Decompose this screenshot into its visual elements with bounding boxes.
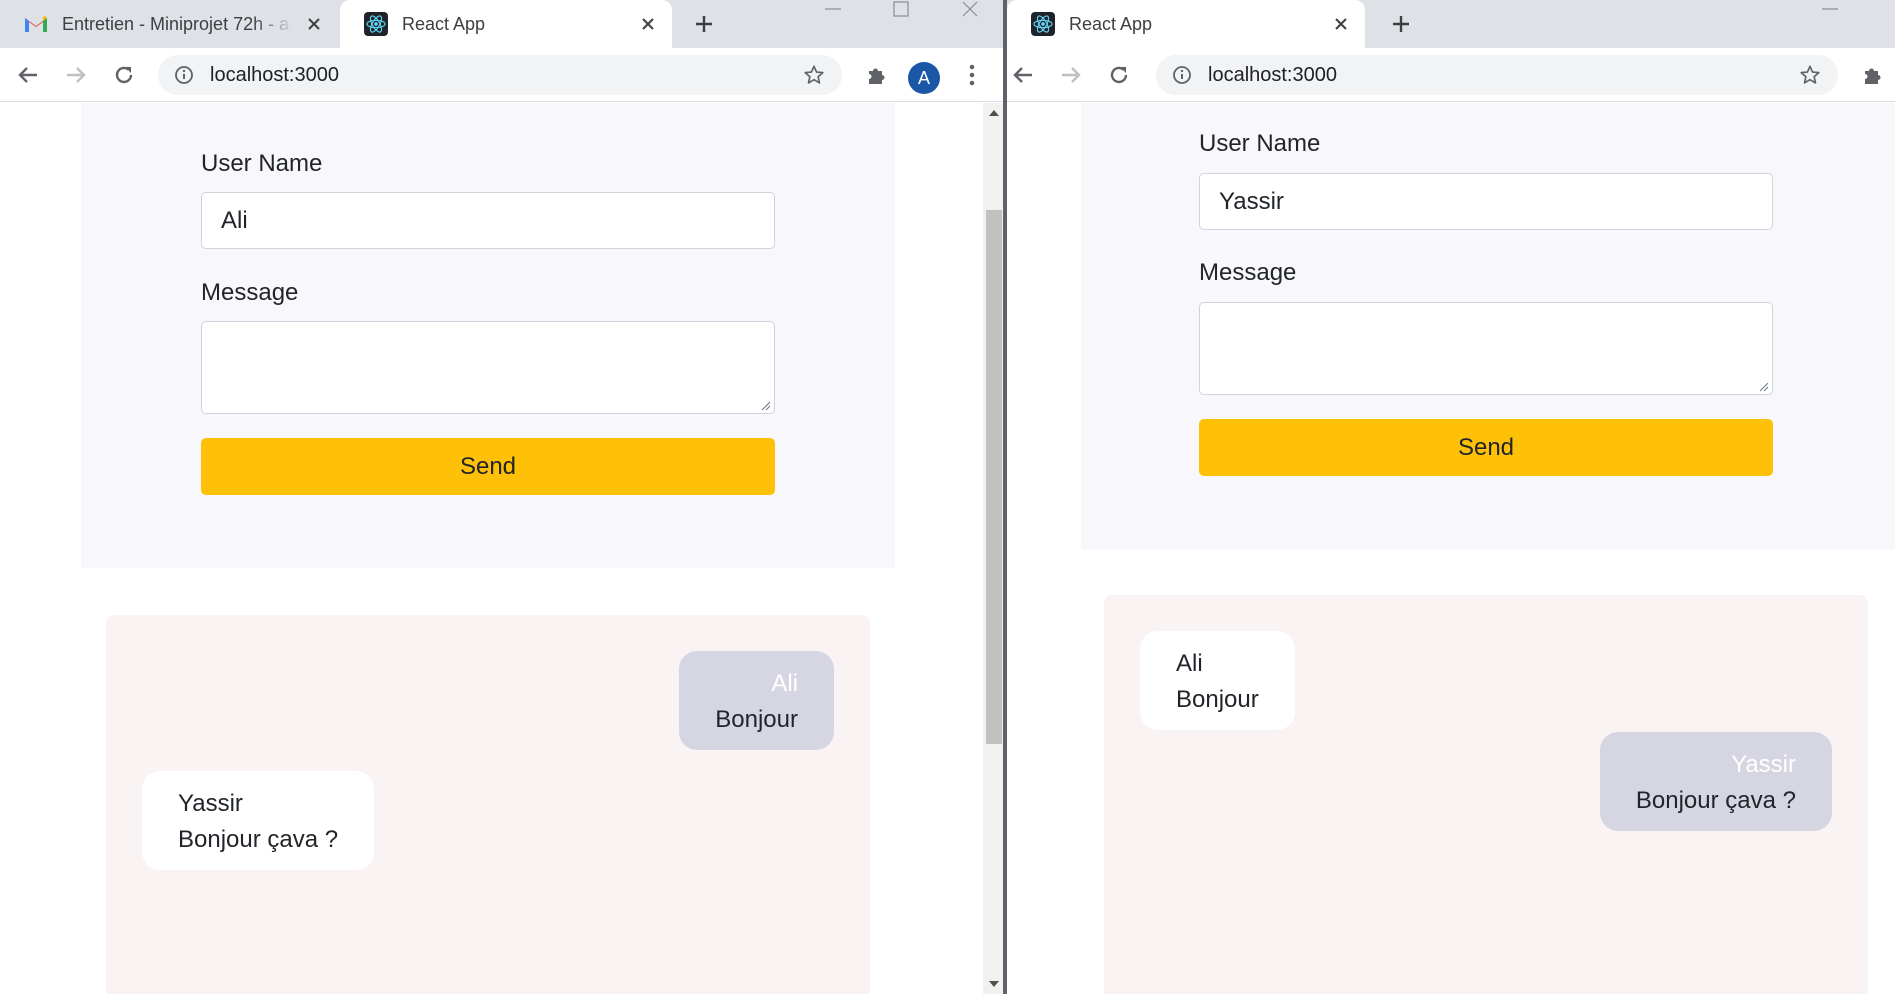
react-icon: [364, 12, 388, 36]
page-viewport: User Name Ali Message Send Ali Bonjour Y…: [0, 103, 1005, 994]
close-tab-icon[interactable]: [1329, 12, 1353, 36]
tab-strip: React App: [1007, 0, 1895, 48]
more-menu-icon[interactable]: [956, 59, 988, 91]
close-tab-icon[interactable]: [302, 12, 326, 36]
site-info-icon[interactable]: [1170, 63, 1194, 87]
message-author: Ali: [771, 670, 798, 697]
maximize-icon[interactable]: [886, 0, 916, 18]
message-textarea[interactable]: [1199, 302, 1773, 395]
messages-panel: Ali Bonjour Yassir Bonjour çava ?: [1104, 595, 1868, 994]
message-bubble-own: Ali Bonjour: [679, 651, 834, 750]
site-info-icon[interactable]: [172, 63, 196, 87]
message-bubble-other: Yassir Bonjour çava ?: [142, 771, 375, 870]
chat-form-panel: User Name Ali Message Send: [81, 103, 895, 568]
window-divider: [1003, 0, 1007, 994]
tab-title: React App: [402, 13, 486, 34]
resize-grip-icon[interactable]: [759, 398, 771, 411]
tab-title: Entretien - Miniprojet 72h - a: [62, 13, 290, 34]
minimize-icon[interactable]: [818, 0, 848, 18]
message-text: Bonjour çava ?: [178, 826, 339, 853]
browser-toolbar: localhost:3000 A: [0, 48, 1005, 102]
page-viewport: User Name Yassir Message Send Ali Bonjou…: [1007, 103, 1895, 994]
vertical-scrollbar[interactable]: [983, 103, 1005, 994]
address-bar[interactable]: localhost:3000: [1156, 55, 1838, 95]
message-author: Ali: [1176, 650, 1203, 677]
message-bubble-own: Yassir Bonjour çava ?: [1599, 732, 1832, 831]
username-input[interactable]: Yassir: [1199, 173, 1773, 230]
message-author: Yassir: [178, 790, 243, 817]
message-label: Message: [201, 279, 299, 306]
reload-icon[interactable]: [1103, 59, 1135, 91]
tab-react-app[interactable]: React App: [1007, 0, 1365, 48]
username-label: User Name: [1199, 130, 1321, 157]
url-text: localhost:3000: [1208, 63, 1337, 86]
resize-grip-icon[interactable]: [1757, 379, 1769, 392]
scroll-up-arrow-icon[interactable]: [983, 103, 1005, 123]
new-tab-button[interactable]: [690, 10, 718, 38]
message-label: Message: [1199, 259, 1297, 286]
username-label: User Name: [201, 150, 323, 177]
tab-strip: Entretien - Miniprojet 72h - a React App: [0, 0, 1005, 48]
address-bar[interactable]: localhost:3000: [158, 55, 842, 95]
username-input[interactable]: Ali: [201, 192, 775, 249]
url-text: localhost:3000: [210, 63, 339, 86]
profile-avatar[interactable]: A: [908, 62, 940, 94]
forward-arrow-icon[interactable]: [60, 59, 92, 91]
chat-form-panel: User Name Yassir Message Send: [1081, 103, 1895, 549]
message-author: Yassir: [1731, 751, 1796, 778]
browser-window-right: React App localhost:3000 User Name Yassi…: [1007, 0, 1895, 994]
minimize-icon[interactable]: [1815, 0, 1845, 18]
back-arrow-icon[interactable]: [12, 59, 44, 91]
send-button[interactable]: Send: [201, 438, 775, 495]
new-tab-button[interactable]: [1387, 10, 1415, 38]
desktop: Entretien - Miniprojet 72h - a React App…: [0, 0, 1895, 994]
extensions-puzzle-icon[interactable]: [861, 59, 893, 91]
tab-gmail[interactable]: Entretien - Miniprojet 72h - a: [0, 0, 338, 48]
bookmark-star-icon[interactable]: [1796, 61, 1824, 89]
extensions-puzzle-icon[interactable]: [1857, 59, 1889, 91]
message-text: Bonjour: [715, 706, 798, 733]
reload-icon[interactable]: [108, 59, 140, 91]
window-close-icon[interactable]: [955, 0, 985, 18]
tab-react-app[interactable]: React App: [340, 0, 672, 48]
messages-panel: Ali Bonjour Yassir Bonjour çava ?: [106, 615, 870, 994]
back-arrow-icon[interactable]: [1007, 59, 1039, 91]
close-tab-icon[interactable]: [636, 12, 660, 36]
send-button[interactable]: Send: [1199, 419, 1773, 476]
scroll-down-arrow-icon[interactable]: [983, 974, 1005, 994]
scrollbar-thumb[interactable]: [986, 210, 1002, 744]
message-textarea[interactable]: [201, 321, 775, 414]
message-text: Bonjour: [1176, 686, 1259, 713]
tab-title: React App: [1069, 13, 1153, 34]
gmail-icon: [24, 12, 48, 36]
react-icon: [1031, 12, 1055, 36]
message-bubble-other: Ali Bonjour: [1140, 631, 1295, 730]
browser-window-left: Entretien - Miniprojet 72h - a React App…: [0, 0, 1005, 994]
forward-arrow-icon[interactable]: [1055, 59, 1087, 91]
bookmark-star-icon[interactable]: [800, 61, 828, 89]
message-text: Bonjour çava ?: [1635, 787, 1796, 814]
browser-toolbar: localhost:3000: [1007, 48, 1895, 102]
